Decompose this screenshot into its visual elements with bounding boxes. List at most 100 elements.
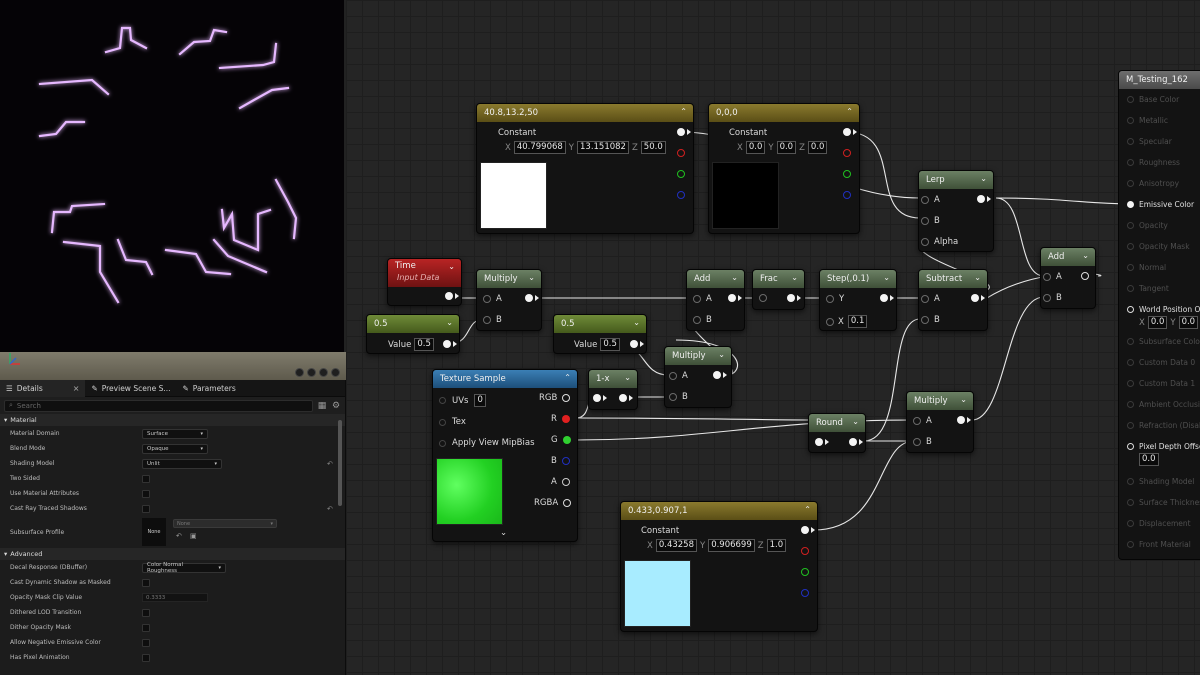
result-pin[interactable]: Shading Model <box>1127 477 1194 486</box>
multiply-node-3[interactable]: Multiply ⌄ A B <box>906 391 974 453</box>
dropdown[interactable]: Color Normal Roughness ▾ <box>142 562 226 574</box>
collapse-icon[interactable]: ⌃ <box>804 505 811 514</box>
chevron-down-icon[interactable]: ⌄ <box>883 273 890 282</box>
x-field[interactable]: 40.799068 <box>513 141 566 154</box>
value-field[interactable]: 0.5 <box>600 338 620 351</box>
input-pin[interactable] <box>815 438 829 446</box>
output-pin[interactable] <box>728 294 742 302</box>
output-pin[interactable] <box>849 438 863 446</box>
reset-arrow-icon[interactable]: ↶ <box>176 532 184 540</box>
input-pin-y[interactable]: Y <box>826 294 844 304</box>
z-field[interactable]: 1.0 <box>766 539 787 552</box>
result-pin[interactable]: Surface Thickness <box>1127 498 1200 507</box>
dropdown[interactable]: Unlit ▾ <box>142 458 222 469</box>
result-pin[interactable]: Roughness <box>1127 158 1180 167</box>
output-pin[interactable] <box>843 128 857 136</box>
reset-arrow-icon[interactable]: ↶ <box>327 460 333 468</box>
result-pin[interactable]: Normal <box>1127 263 1166 272</box>
result-pin[interactable]: Ambient Occlusion <box>1127 400 1200 409</box>
input-pin[interactable] <box>593 394 607 402</box>
texture-sample-node[interactable]: Texture Sample ⌃ UVs 0 Tex Apply View MipB… <box>432 369 578 542</box>
output-pin-g[interactable]: G <box>551 435 571 445</box>
input-pin-b[interactable]: B <box>921 315 940 325</box>
grid-view-icon[interactable]: ▦ <box>317 401 327 411</box>
input-pin[interactable] <box>759 294 767 302</box>
output-pin-b[interactable] <box>677 191 685 199</box>
collapse-icon[interactable]: ⌃ <box>680 107 687 116</box>
output-pin[interactable] <box>677 128 691 136</box>
checkbox[interactable] <box>142 578 150 587</box>
output-pin[interactable] <box>1081 272 1089 280</box>
result-pin[interactable]: Metallic <box>1127 116 1168 125</box>
z-field[interactable]: 0.0 <box>807 141 828 154</box>
multiply-node-2[interactable]: Multiply ⌄ A B <box>664 346 732 408</box>
viewport-shape-button[interactable] <box>307 368 316 377</box>
lerp-node[interactable]: Lerp ⌄ A B Alpha <box>918 170 994 252</box>
subtract-node[interactable]: Subtract ⌄ A B <box>918 269 988 331</box>
result-pin[interactable]: Base Color <box>1127 95 1179 104</box>
input-pin-tex[interactable]: Tex <box>439 417 466 427</box>
result-pin[interactable]: Pixel Depth Offset <box>1127 442 1200 451</box>
input-pin-a[interactable]: A <box>921 195 940 205</box>
value-field[interactable]: 0.5 <box>414 338 434 351</box>
number-field[interactable]: 0.3333 <box>142 593 208 602</box>
result-pin[interactable]: Tangent <box>1127 284 1169 293</box>
scalar-node-1[interactable]: 0.5 ⌄ Value 0.5 <box>366 314 460 354</box>
input-pin-b[interactable]: B <box>483 315 502 325</box>
output-pin[interactable] <box>525 294 539 302</box>
details-scrollbar[interactable] <box>338 420 342 506</box>
input-pin-a[interactable]: A <box>693 294 712 304</box>
tab-preview-scene[interactable]: ✎ Preview Scene S... <box>85 380 176 397</box>
checkbox[interactable] <box>142 623 150 632</box>
input-pin-a[interactable]: A <box>669 371 688 381</box>
time-node[interactable]: Time Input Data ⌄ <box>387 258 462 306</box>
result-pin[interactable]: World Position Offset <box>1127 305 1200 314</box>
output-pin[interactable] <box>630 340 644 348</box>
reset-arrow-icon[interactable]: ↶ <box>327 505 333 513</box>
dropdown[interactable]: Opaque ▾ <box>142 443 208 454</box>
add-node-1[interactable]: Add ⌄ A B <box>686 269 745 331</box>
output-pin-r[interactable] <box>801 547 809 555</box>
preview-viewport[interactable] <box>0 0 346 380</box>
input-pin-a[interactable]: A <box>1043 272 1062 282</box>
output-pin-r[interactable]: R <box>551 414 570 424</box>
y-field[interactable]: 0.0 <box>1178 316 1199 329</box>
result-pin[interactable]: Front Material <box>1127 540 1191 549</box>
result-pin[interactable]: Opacity <box>1127 221 1168 230</box>
y-field[interactable]: 0.906699 <box>708 539 755 552</box>
chevron-down-icon[interactable]: ⌄ <box>1082 251 1089 260</box>
section-material[interactable]: ▾ Material <box>0 414 345 426</box>
chevron-down-icon[interactable]: ⌄ <box>718 350 725 359</box>
result-pin[interactable]: Subsurface Color <box>1127 337 1200 346</box>
subsurface-thumbnail[interactable]: None <box>142 518 166 546</box>
checkbox[interactable] <box>142 653 150 662</box>
input-pin-a[interactable]: A <box>921 294 940 304</box>
output-pin[interactable] <box>445 292 459 300</box>
checkbox[interactable] <box>142 489 150 498</box>
input-pin-alpha[interactable]: Alpha <box>921 237 958 247</box>
chevron-down-icon[interactable]: ⌄ <box>446 318 453 327</box>
section-advanced[interactable]: ▾ Advanced <box>0 548 345 560</box>
x-value-field[interactable]: 0.1 <box>847 315 868 328</box>
z-field[interactable]: 50.0 <box>640 141 666 154</box>
input-pin-mipbias[interactable]: Apply View MipBias <box>439 438 535 448</box>
result-pin[interactable]: Anisotropy <box>1127 179 1179 188</box>
checkbox[interactable] <box>142 474 150 483</box>
chevron-down-icon[interactable]: ⌄ <box>974 273 981 282</box>
input-pin-uvs[interactable]: UVs 0 <box>439 394 486 407</box>
constant3-node-2[interactable]: 0,0,0 ⌃ Constant X 0.0 Y 0.0 Z 0.0 <box>708 103 860 234</box>
output-pin-r[interactable] <box>677 149 685 157</box>
round-node[interactable]: Round ⌄ <box>808 413 866 453</box>
output-pin-rgba[interactable]: RGBA <box>534 498 572 508</box>
output-pin[interactable] <box>971 294 985 302</box>
output-pin-g[interactable] <box>843 170 851 178</box>
output-pin[interactable] <box>977 195 991 203</box>
step-node[interactable]: Step(,0.1) ⌄ Y X 0.1 <box>819 269 897 331</box>
output-pin[interactable] <box>880 294 894 302</box>
subsurface-dropdown[interactable]: None ▾ <box>173 519 277 528</box>
checkbox[interactable] <box>142 638 150 647</box>
output-pin-g[interactable] <box>801 568 809 576</box>
gear-icon[interactable]: ⚙ <box>331 401 341 411</box>
input-pin-b[interactable]: B <box>693 315 712 325</box>
viewport-shape-button[interactable] <box>295 368 304 377</box>
